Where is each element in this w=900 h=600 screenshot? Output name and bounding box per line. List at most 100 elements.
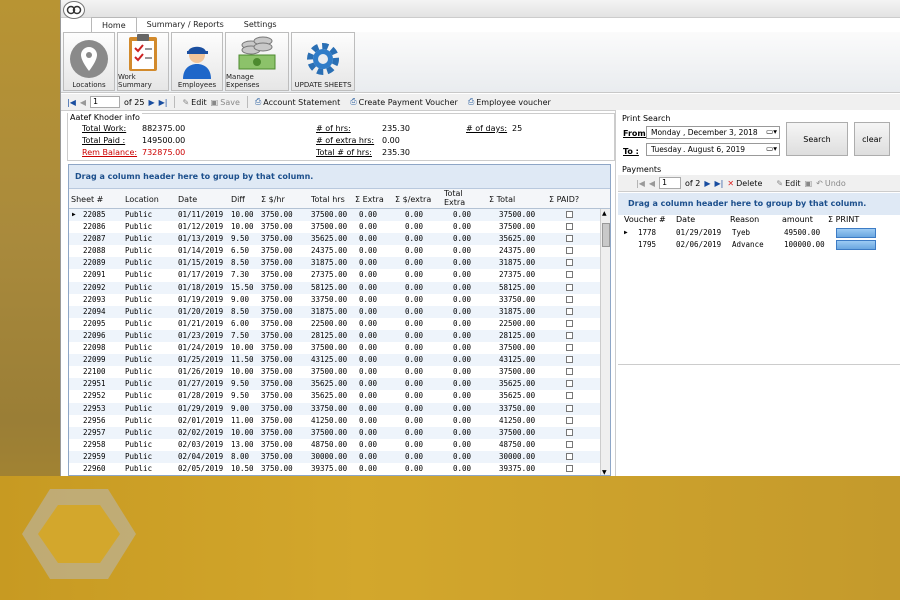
clear-button[interactable]: clear xyxy=(854,122,890,156)
column-header-sheet[interactable]: Sheet # xyxy=(71,195,103,204)
column-header-paid[interactable]: Σ PAID? xyxy=(549,195,579,204)
paid-checkbox[interactable] xyxy=(566,440,573,448)
account-statement-button[interactable]: ⎙ Account Statement xyxy=(255,97,340,107)
table-row[interactable]: 22087 Public 01/13/2019 9.50 3750.00 35625.00… xyxy=(69,233,610,246)
undo-button[interactable]: ↶ Undo xyxy=(816,179,846,188)
last-page-icon[interactable]: ▶| xyxy=(715,179,724,188)
column-header-amount[interactable]: amount xyxy=(782,215,813,224)
to-date-picker[interactable]: Tuesday . August 6, 2019 ▭▾ xyxy=(646,143,780,156)
calendar-dropdown-icon[interactable]: ▭▾ xyxy=(766,127,777,136)
edit-button[interactable]: ✎ Edit xyxy=(182,98,206,107)
payments-edit-button[interactable]: ✎ Edit xyxy=(776,179,800,188)
page-number-input[interactable]: 1 xyxy=(90,96,121,108)
paid-checkbox[interactable] xyxy=(566,235,573,243)
first-page-icon[interactable]: |◀ xyxy=(636,179,645,188)
table-row[interactable]: 22951 Public 01/27/2019 9.50 3750.00 35625.00… xyxy=(69,378,610,391)
table-row[interactable]: 22092 Public 01/18/2019 15.50 3750.00 58125.0… xyxy=(69,281,610,294)
table-row[interactable]: 22091 Public 01/17/2019 7.30 3750.00 27375.00… xyxy=(69,269,610,281)
table-row[interactable]: ▶ 22085 Public 01/11/2019 10.00 3750.00 37500.… xyxy=(69,209,610,222)
paid-checkbox[interactable] xyxy=(566,319,573,327)
paid-checkbox[interactable] xyxy=(566,464,573,472)
payment-row[interactable]: ▶ 1778 01/29/2019 Tyeb 49500.00 xyxy=(618,228,900,239)
table-row[interactable]: 22958 Public 02/03/2019 13.00 3750.00 48750.0… xyxy=(69,439,610,451)
manage-expenses-button[interactable]: Manage Expenses xyxy=(225,32,289,91)
prev-page-icon[interactable]: ◀ xyxy=(80,98,86,107)
paid-checkbox[interactable] xyxy=(566,247,573,255)
column-header-total-hrs[interactable]: Total hrs xyxy=(311,195,345,204)
tab-summary-reports[interactable]: Summary / Reports xyxy=(137,17,234,32)
tab-settings[interactable]: Settings xyxy=(234,17,287,32)
locations-button[interactable]: Locations xyxy=(63,32,115,91)
column-header-extra-rate[interactable]: Σ $/extra xyxy=(395,195,431,204)
column-header-location[interactable]: Location xyxy=(125,195,159,204)
update-sheets-button[interactable]: UPDATE SHEETS xyxy=(291,32,355,91)
first-page-icon[interactable]: |◀ xyxy=(67,98,76,107)
next-page-icon[interactable]: ▶ xyxy=(148,98,154,107)
table-row[interactable]: 22952 Public 01/28/2019 9.50 3750.00 35625.00… xyxy=(69,390,610,402)
paid-checkbox[interactable] xyxy=(566,211,573,218)
column-header-reason[interactable]: Reason xyxy=(730,215,759,224)
delete-button[interactable]: ✕ Delete xyxy=(727,179,762,188)
print-voucher-button[interactable] xyxy=(836,240,876,250)
table-row[interactable]: 22953 Public 01/29/2019 9.00 3750.00 33750.00… xyxy=(69,402,610,415)
payment-row[interactable]: 1795 02/06/2019 Advance 100000.00 xyxy=(618,240,900,251)
next-page-icon[interactable]: ▶ xyxy=(704,179,710,188)
column-header-diff[interactable]: Diff xyxy=(231,195,245,204)
table-row[interactable]: 22089 Public 01/15/2019 8.50 3750.00 31875.00… xyxy=(69,257,610,270)
column-header-date[interactable]: Date xyxy=(178,195,197,204)
employee-voucher-button[interactable]: ⎙ Employee voucher xyxy=(468,97,551,107)
column-header-extra[interactable]: Σ Extra xyxy=(355,195,384,204)
paid-checkbox[interactable] xyxy=(566,356,573,364)
table-row[interactable]: 22088 Public 01/14/2019 6.50 3750.00 24375.00… xyxy=(69,245,610,257)
from-date-picker[interactable]: Monday , December 3, 2018 ▭▾ xyxy=(646,126,780,139)
column-header-total-extra[interactable]: Total Extra xyxy=(444,189,474,207)
scrollbar-thumb[interactable] xyxy=(602,223,610,247)
last-page-icon[interactable]: ▶| xyxy=(159,98,168,107)
payments-group-by-panel[interactable]: Drag a column header here to group by th… xyxy=(618,193,900,215)
paid-checkbox[interactable] xyxy=(566,283,573,291)
prev-page-icon[interactable]: ◀ xyxy=(649,179,655,188)
paid-checkbox[interactable] xyxy=(566,368,573,376)
payments-save-button[interactable]: ▣ xyxy=(805,179,813,188)
app-logo-icon[interactable] xyxy=(63,1,85,19)
calendar-dropdown-icon[interactable]: ▭▾ xyxy=(766,144,777,153)
save-button[interactable]: ▣ Save xyxy=(211,98,240,107)
table-row[interactable]: 22956 Public 02/01/2019 11.00 3750.00 41250.0… xyxy=(69,415,610,427)
table-row[interactable]: 22093 Public 01/19/2019 9.00 3750.00 33750.00… xyxy=(69,294,610,306)
column-header-total[interactable]: Σ Total xyxy=(489,195,515,204)
work-summary-button[interactable]: Work Summary xyxy=(117,32,169,91)
table-row[interactable]: 22098 Public 01/24/2019 10.00 3750.00 37500.0… xyxy=(69,342,610,354)
column-header-print[interactable]: Σ PRINT xyxy=(828,215,859,224)
column-header-rate[interactable]: Σ $/hr xyxy=(261,195,285,204)
paid-checkbox[interactable] xyxy=(566,295,573,303)
table-row[interactable]: 22099 Public 01/25/2019 11.50 3750.00 43125.0… xyxy=(69,354,610,367)
table-row[interactable]: 22100 Public 01/26/2019 10.00 3750.00 37500.0… xyxy=(69,366,610,378)
payments-page-input[interactable]: 1 xyxy=(659,177,682,189)
create-payment-voucher-button[interactable]: ⎙ Create Payment Voucher xyxy=(350,97,458,107)
table-row[interactable]: 22957 Public 02/02/2019 10.00 3750.00 37500.0… xyxy=(69,426,610,439)
table-row[interactable]: 22096 Public 01/23/2019 7.50 3750.00 28125.00… xyxy=(69,329,610,343)
grid-vertical-scrollbar[interactable]: ▲ ▼ xyxy=(600,209,610,475)
paid-checkbox[interactable] xyxy=(566,331,573,339)
paid-checkbox[interactable] xyxy=(566,344,573,352)
paid-checkbox[interactable] xyxy=(566,404,573,412)
paid-checkbox[interactable] xyxy=(566,428,573,436)
paid-checkbox[interactable] xyxy=(566,380,573,388)
paid-checkbox[interactable] xyxy=(566,416,573,424)
table-row[interactable]: 22095 Public 01/21/2019 6.00 3750.00 22500.00… xyxy=(69,318,610,330)
paid-checkbox[interactable] xyxy=(566,259,573,267)
scroll-up-icon[interactable]: ▲ xyxy=(602,210,607,217)
paid-checkbox[interactable] xyxy=(566,307,573,315)
paid-checkbox[interactable] xyxy=(566,223,573,231)
tab-home[interactable]: Home xyxy=(91,17,137,32)
employees-button[interactable]: Employees xyxy=(171,32,223,91)
print-voucher-button[interactable] xyxy=(836,228,876,238)
table-row[interactable]: 22094 Public 01/20/2019 8.50 3750.00 31875.00… xyxy=(69,305,610,318)
table-row[interactable]: 22960 Public 02/05/2019 10.50 3750.00 39375.0… xyxy=(69,463,610,475)
column-header-voucher[interactable]: Voucher # xyxy=(624,215,666,224)
group-by-panel[interactable]: Drag a column header here to group by th… xyxy=(69,165,610,189)
paid-checkbox[interactable] xyxy=(566,452,573,460)
search-button[interactable]: Search xyxy=(786,122,848,156)
table-row[interactable]: 22086 Public 01/12/2019 10.00 3750.00 37500.0… xyxy=(69,221,610,233)
paid-checkbox[interactable] xyxy=(566,271,573,279)
